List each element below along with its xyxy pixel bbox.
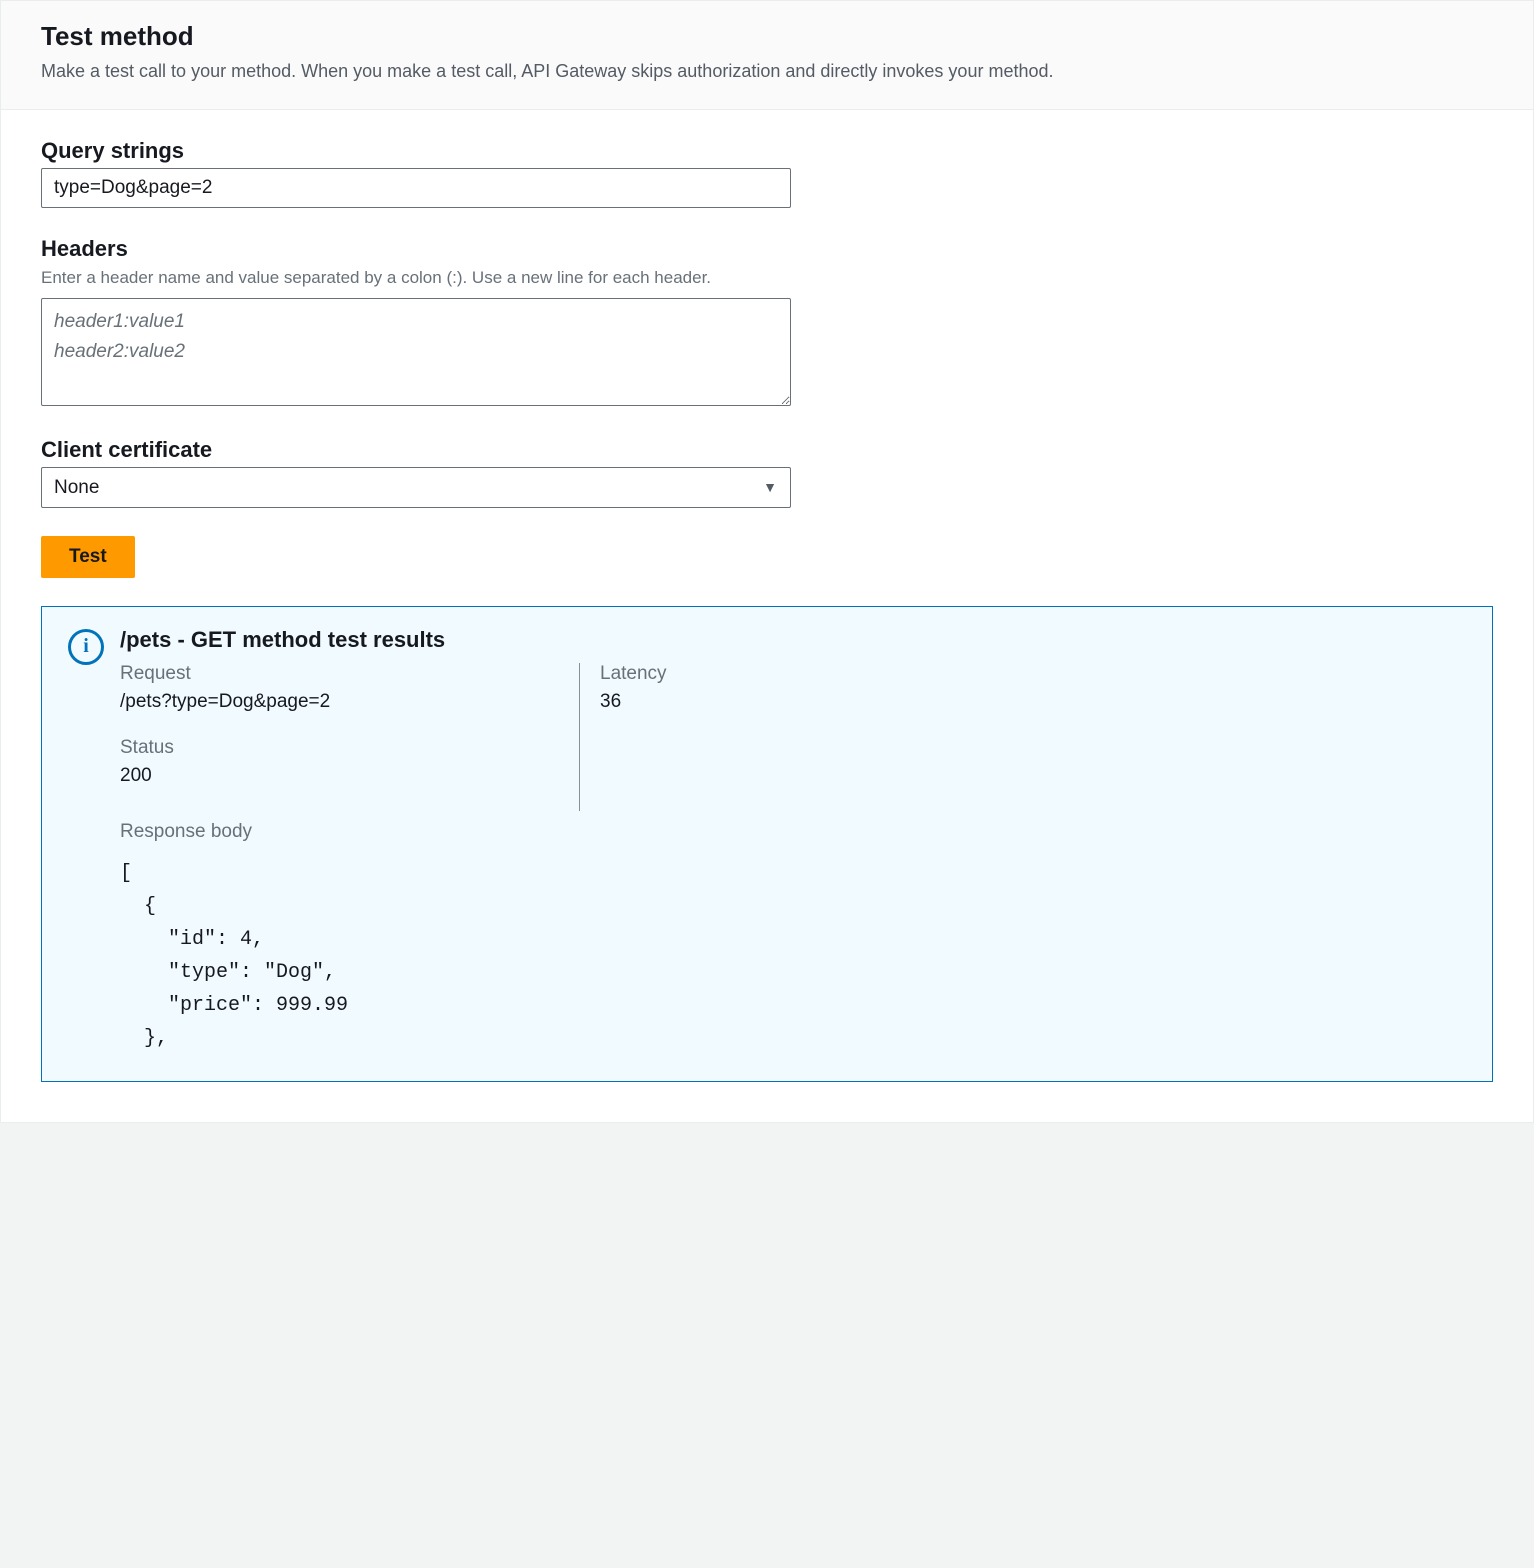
panel-header: Test method Make a test call to your met… [1,1,1533,110]
info-icon-wrap: i [68,629,104,665]
response-body-code: [ { "id": 4, "type": "Dog", "price": 999… [120,857,1466,1055]
request-value: /pets?type=Dog&page=2 [120,691,559,713]
client-certificate-select[interactable]: None [41,467,791,508]
info-icon: i [68,629,104,665]
response-body-label: Response body [120,821,1466,843]
results-column-right: Latency 36 [580,663,1466,811]
headers-hint: Enter a header name and value separated … [41,266,1493,290]
query-strings-group: Query strings [41,138,1493,208]
panel-body: Query strings Headers Enter a header nam… [1,110,1533,1122]
results-grid: Request /pets?type=Dog&page=2 Status 200… [120,663,1466,811]
status-value: 200 [120,765,559,787]
test-results-panel: i /pets - GET method test results Reques… [41,606,1493,1082]
response-body-section: Response body [ { "id": 4, "type": "Dog"… [120,821,1466,1055]
status-label: Status [120,737,559,759]
latency-value: 36 [600,691,1466,713]
panel-description: Make a test call to your method. When yo… [41,58,1493,85]
request-label: Request [120,663,559,685]
test-method-panel: Test method Make a test call to your met… [0,0,1534,1123]
query-strings-label: Query strings [41,138,1493,164]
request-field: Request /pets?type=Dog&page=2 [120,663,559,713]
query-strings-input[interactable] [41,168,791,208]
headers-label: Headers [41,236,1493,262]
client-certificate-label: Client certificate [41,437,1493,463]
results-title: /pets - GET method test results [120,627,1466,653]
results-content: /pets - GET method test results Request … [120,627,1466,1055]
test-button[interactable]: Test [41,536,135,578]
results-column-left: Request /pets?type=Dog&page=2 Status 200 [120,663,580,811]
latency-label: Latency [600,663,1466,685]
status-field: Status 200 [120,737,559,787]
panel-title: Test method [41,21,1493,52]
headers-group: Headers Enter a header name and value se… [41,236,1493,409]
headers-input[interactable] [41,298,791,406]
latency-field: Latency 36 [600,663,1466,713]
client-certificate-group: Client certificate None ▼ [41,437,1493,508]
